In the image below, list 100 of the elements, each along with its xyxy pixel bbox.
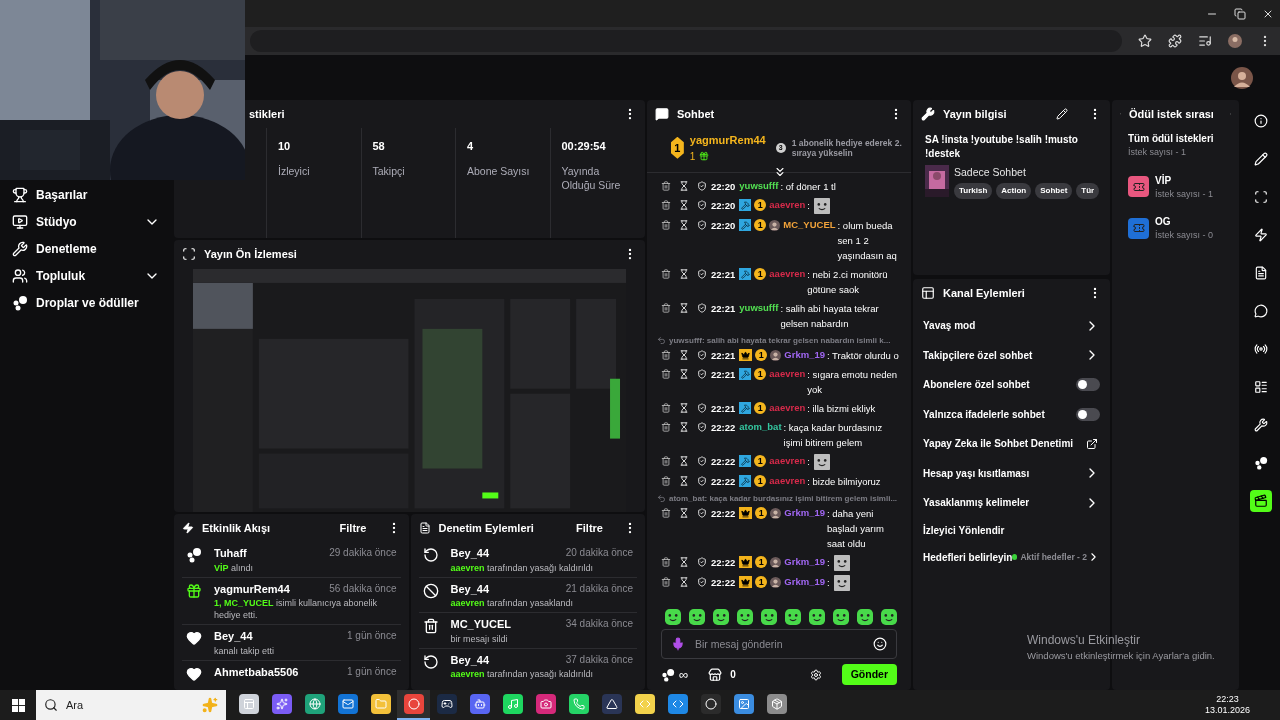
hourglass-icon[interactable]	[679, 577, 689, 587]
hourglass-icon[interactable]	[679, 220, 689, 230]
timestamp: 22:20	[711, 198, 736, 213]
shield-icon[interactable]	[697, 220, 707, 230]
action-row[interactable]: Yasaklanmış kelimeler	[923, 488, 1100, 518]
action-row[interactable]: Takipçilere özel sohbet	[923, 340, 1100, 370]
emoji-icon[interactable]	[873, 637, 887, 651]
sidebar-item[interactable]: Denetleme	[12, 240, 160, 258]
trophy-icon	[12, 187, 28, 203]
trash-icon[interactable]	[661, 476, 671, 486]
timestamp: 22:22	[711, 506, 736, 521]
shield-icon[interactable]	[697, 508, 707, 518]
sidebar-item[interactable]: Başarılar	[12, 186, 160, 204]
trash-icon[interactable]	[661, 456, 671, 466]
action-row[interactable]: Abonelere özel sohbet	[923, 370, 1100, 400]
event-text: VİP alındı	[214, 561, 255, 574]
hourglass-icon[interactable]	[679, 508, 689, 518]
message-field[interactable]: Bir mesaj gönderin	[661, 629, 897, 659]
hourglass-icon[interactable]	[679, 350, 689, 360]
hourglass-icon[interactable]	[679, 269, 689, 279]
hourglass-icon[interactable]	[679, 303, 689, 313]
trash-icon[interactable]	[661, 350, 671, 360]
user-name: Grkm_19	[784, 576, 825, 588]
shield-icon[interactable]	[697, 476, 707, 486]
emote-icon	[713, 609, 729, 625]
tag-chip[interactable]: Tür	[1076, 182, 1100, 199]
trash-icon[interactable]	[661, 508, 671, 518]
search-field[interactable]: Ara	[36, 690, 226, 720]
action-row[interactable]: Yavaş mod	[923, 311, 1100, 341]
puzzle-icon[interactable]	[1168, 34, 1182, 48]
avatar-icon[interactable]	[1228, 34, 1242, 48]
toggle-switch[interactable]	[1076, 378, 1100, 392]
action-row[interactable]: İzleyici Yönlendir	[923, 517, 1100, 543]
toggle-switch[interactable]	[1076, 407, 1100, 421]
taskbar-app[interactable]	[397, 690, 430, 720]
hourglass-icon[interactable]	[679, 403, 689, 413]
trash-icon[interactable]	[661, 181, 671, 191]
shield-icon[interactable]	[697, 557, 707, 567]
sidebar-item[interactable]: Droplar ve ödüller	[12, 294, 160, 312]
tag-chip[interactable]: Action	[996, 182, 1032, 199]
trash-icon[interactable]	[661, 577, 671, 587]
hourglass-icon[interactable]	[679, 557, 689, 567]
tag-chip[interactable]: Sohbet	[1035, 182, 1073, 199]
wrench-icon	[921, 107, 935, 121]
gift-count: 1	[689, 149, 696, 164]
store-icon[interactable]	[708, 667, 723, 682]
tag-chip[interactable]: Turkish	[954, 182, 993, 199]
goal-status: Aktif hedefler - 2	[1020, 550, 1087, 564]
hourglass-icon[interactable]	[679, 476, 689, 486]
message-text: : sıgara emotu neden yok	[807, 367, 899, 397]
hourglass-icon[interactable]	[679, 181, 689, 191]
send-button[interactable]: Gönder	[841, 664, 897, 685]
action-row[interactable]: Yapay Zeka ile Sohbet Denetimi	[923, 429, 1100, 459]
shield-icon[interactable]	[697, 269, 707, 279]
sidebar-item[interactable]: Stüdyo	[12, 213, 160, 231]
shield-icon[interactable]	[697, 456, 707, 466]
hourglass-icon[interactable]	[679, 422, 689, 432]
trash-icon[interactable]	[661, 557, 671, 567]
reward-all[interactable]: Tüm ödül istekleri	[1128, 131, 1223, 146]
hourglass-icon[interactable]	[679, 456, 689, 466]
trash-icon[interactable]	[661, 369, 671, 379]
heart-icon	[186, 630, 202, 646]
shield-icon[interactable]	[697, 577, 707, 587]
trash-icon[interactable]	[661, 422, 671, 432]
shield-icon[interactable]	[697, 350, 707, 360]
trash-icon[interactable]	[661, 403, 671, 413]
chat-icon	[1253, 304, 1268, 318]
trash-icon[interactable]	[661, 220, 671, 230]
shield-icon[interactable]	[697, 369, 707, 379]
trash-icon[interactable]	[661, 269, 671, 279]
robot-icon	[473, 698, 486, 710]
scan-icon	[1253, 190, 1268, 204]
avatar-icon	[770, 576, 782, 588]
settings-icon[interactable]	[809, 668, 822, 681]
shield-icon[interactable]	[697, 422, 707, 432]
sidebar-item[interactable]: Topluluk	[12, 267, 160, 285]
filter-button[interactable]: Filtre	[339, 519, 367, 537]
trash-icon[interactable]	[661, 303, 671, 313]
rail-button[interactable]	[1249, 490, 1272, 512]
mic-icon[interactable]	[671, 637, 685, 651]
shield-icon[interactable]	[697, 303, 707, 313]
reward-name: VİP	[1155, 173, 1173, 188]
timestamp: 22:22	[711, 555, 736, 570]
trash-icon[interactable]	[661, 200, 671, 210]
restore-icon[interactable]	[1234, 7, 1246, 20]
hourglass-icon[interactable]	[679, 200, 689, 210]
event-text: aaevren tarafından yasağı kaldırıldı	[450, 668, 595, 680]
shield-icon[interactable]	[697, 200, 707, 210]
shield-icon[interactable]	[697, 181, 707, 191]
playlist-icon[interactable]	[1198, 34, 1212, 48]
star-icon[interactable]	[1138, 34, 1152, 48]
shield-icon[interactable]	[697, 403, 707, 413]
action-row[interactable]: Hesap yaşı kısıtlaması	[923, 458, 1100, 488]
camera-icon	[539, 698, 552, 710]
avatar-icon[interactable]	[1231, 66, 1253, 89]
edit-icon[interactable]	[1056, 108, 1068, 120]
action-row[interactable]: Hedefleri belirleyin Aktif hedefler - 2	[923, 542, 1100, 572]
filter-button[interactable]: Filtre	[576, 519, 603, 537]
action-row[interactable]: Yalnızca ifadelerle sohbet	[923, 399, 1100, 429]
hourglass-icon[interactable]	[679, 369, 689, 379]
